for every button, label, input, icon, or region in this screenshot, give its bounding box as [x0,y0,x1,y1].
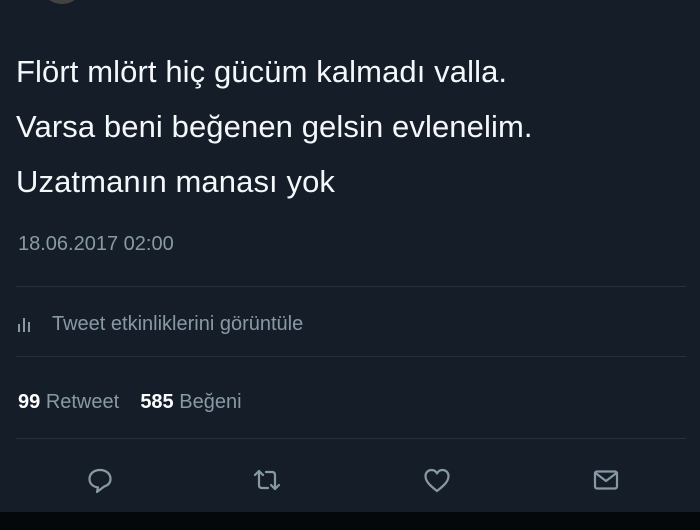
divider [16,286,686,287]
retweet-count: 99 [18,391,41,413]
reply-button[interactable] [80,460,120,500]
retweet-label: Retweet [45,391,120,413]
divider [16,356,686,357]
tweet-text-line: Varsa beni beğenen gelsin evlenelim. [16,109,533,144]
retweet-stat[interactable]: 99 Retweet [18,391,125,413]
tweet-stats: 99 Retweet 585 Beğeni [18,388,242,416]
heart-icon [424,468,450,493]
tweet-activity-label: Tweet etkinliklerini görüntüle [52,312,304,335]
bar-chart-icon [18,316,36,332]
tweet-timestamp: 18.06.2017 02:00 [18,233,174,255]
retweet-button[interactable] [247,460,287,500]
like-stat[interactable]: 585 Beğeni [140,391,241,413]
tweet-card: Flört mlört hiç gücüm kalmadı valla. Var… [0,0,700,512]
retweet-icon [253,469,281,491]
tweet-text-line: Uzatmanın manası yok [16,164,336,199]
like-label: Beğeni [179,391,242,413]
tweet-text: Flört mlört hiç gücüm kalmadı valla. Var… [16,44,686,209]
like-count: 585 [140,391,174,413]
speech-bubble-icon [88,468,112,494]
tweet-activity-link[interactable]: Tweet etkinliklerini görüntüle [18,308,303,340]
divider [16,438,686,439]
tweet-text-line: Flört mlört hiç gücüm kalmadı valla. [16,54,508,89]
envelope-icon [593,470,619,490]
tweet-actions [0,452,700,504]
like-button[interactable] [417,460,457,500]
bottom-bar [0,512,700,530]
direct-message-button[interactable] [586,460,626,500]
avatar[interactable] [40,0,84,4]
